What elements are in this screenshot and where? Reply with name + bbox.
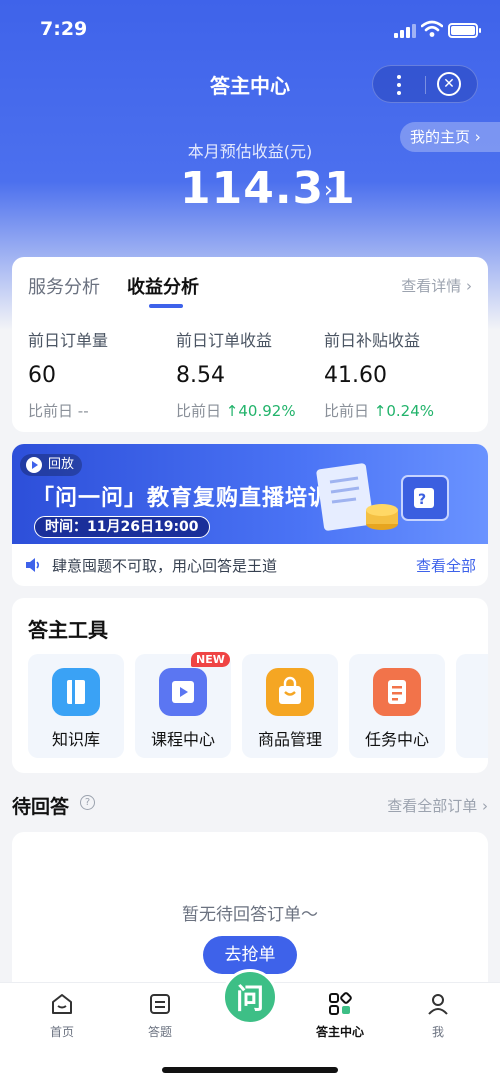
pending-heading: 待回答 bbox=[12, 796, 70, 818]
svg-text:?: ? bbox=[418, 492, 426, 508]
compare-value: -- bbox=[77, 402, 89, 420]
banner-card: 回放 「问一问」教育复购直播培训 时间：11月26日19:00 ? 肆意囤题不可… bbox=[12, 444, 488, 586]
bottom-tab-bar: 首页 答题 问 答主中心 我 bbox=[0, 969, 500, 1082]
empty-message: 暂无待回答订单～ bbox=[182, 905, 318, 925]
view-all-orders-label: 查看全部订单 bbox=[387, 797, 478, 815]
user-icon bbox=[428, 994, 448, 1015]
capsule-divider bbox=[425, 76, 426, 94]
tab-label: 首页 bbox=[49, 1025, 74, 1039]
bag-icon bbox=[266, 668, 314, 716]
home-icon bbox=[52, 994, 72, 1014]
tool-course-center[interactable]: NEW 课程中心 bbox=[135, 652, 231, 758]
close-icon[interactable]: ✕ bbox=[437, 72, 461, 96]
tool-more[interactable] bbox=[456, 654, 488, 758]
stat-compare: 比前日 -- bbox=[28, 400, 178, 421]
tab-me[interactable]: 我 bbox=[398, 991, 478, 1040]
compare-value: 0.24% bbox=[386, 402, 435, 420]
chevron-right-icon[interactable]: › bbox=[324, 178, 333, 203]
tab-label: 答题 bbox=[147, 1025, 172, 1039]
more-icon[interactable] bbox=[389, 74, 409, 95]
stat-label: 前日订单量 bbox=[28, 331, 109, 350]
see-all-link[interactable]: 查看全部 bbox=[416, 555, 476, 576]
tab-answer[interactable]: 答题 bbox=[120, 991, 200, 1040]
battery-icon bbox=[448, 23, 481, 38]
tab-earnings-analysis[interactable]: 收益分析 bbox=[127, 273, 199, 299]
stat-orders: 前日订单量 60 比前日 -- bbox=[28, 327, 178, 421]
arrow-up-icon: ↑ bbox=[225, 402, 239, 420]
book-icon bbox=[52, 668, 100, 716]
tools-heading: 答主工具 bbox=[28, 618, 108, 642]
active-tab-indicator bbox=[149, 304, 183, 308]
compare-prefix: 比前日 bbox=[28, 402, 74, 420]
tool-product-management[interactable]: 商品管理 bbox=[242, 654, 338, 758]
stat-order-earnings: 前日订单收益 8.54 比前日 ↑40.92% bbox=[176, 327, 326, 421]
stat-subsidy-earnings: 前日补贴收益 41.60 比前日 ↑0.24% bbox=[324, 327, 474, 421]
tool-label: 商品管理 bbox=[257, 730, 322, 749]
tab-answerer-center[interactable]: 答主中心 bbox=[300, 991, 380, 1040]
stat-value: 60 bbox=[28, 363, 56, 388]
tool-task-center[interactable]: 任务中心 bbox=[349, 654, 445, 758]
live-training-banner[interactable]: 回放 「问一问」教育复购直播培训 时间：11月26日19:00 ? bbox=[12, 444, 488, 549]
help-icon[interactable]: ? bbox=[80, 795, 95, 810]
notice-bar: 肆意囤题不可取，用心回答是王道 查看全部 bbox=[24, 554, 476, 576]
tool-label: 课程中心 bbox=[150, 730, 215, 749]
tool-knowledge-base[interactable]: 知识库 bbox=[28, 654, 124, 758]
tab-home[interactable]: 首页 bbox=[22, 991, 102, 1040]
stat-label: 前日补贴收益 bbox=[324, 331, 421, 350]
status-bar: 7:29 bbox=[0, 14, 500, 46]
view-details-label: 查看详情 bbox=[401, 277, 462, 295]
new-badge: NEW bbox=[191, 652, 230, 667]
wifi-icon bbox=[421, 20, 443, 37]
compare-prefix: 比前日 bbox=[176, 402, 222, 420]
document-coins-illustration: ? bbox=[316, 463, 449, 531]
answerer-tools-card: 答主工具 知识库 NEW 课程中心 商品管理 任务中心 bbox=[12, 598, 488, 773]
earnings-label: 本月预估收益(元) bbox=[187, 142, 313, 161]
tool-label: 知识库 bbox=[51, 730, 100, 749]
stat-compare: 比前日 ↑0.24% bbox=[324, 400, 474, 421]
task-icon bbox=[373, 668, 421, 716]
compare-value: 40.92% bbox=[238, 402, 296, 420]
tab-service-analysis[interactable]: 服务分析 bbox=[28, 273, 100, 299]
earnings-analysis-card: 服务分析 收益分析 查看详情 › 前日订单量 60 比前日 -- 前日订单收益 … bbox=[12, 257, 488, 432]
answer-icon bbox=[150, 994, 170, 1014]
status-time: 7:29 bbox=[40, 18, 88, 40]
video-icon bbox=[159, 668, 207, 716]
play-icon bbox=[26, 457, 42, 473]
tab-label: 我 bbox=[431, 1025, 444, 1039]
compare-prefix: 比前日 bbox=[324, 402, 370, 420]
home-indicator bbox=[162, 1067, 338, 1073]
notice-text: 肆意囤题不可取，用心回答是王道 bbox=[52, 557, 278, 575]
carousel-dots bbox=[232, 534, 302, 553]
view-details-link[interactable]: 查看详情 › bbox=[401, 275, 472, 296]
arrow-up-icon: ↑ bbox=[373, 402, 387, 420]
grid-icon bbox=[329, 992, 352, 1015]
replay-badge: 回放 bbox=[20, 454, 83, 476]
stat-compare: 比前日 ↑40.92% bbox=[176, 400, 326, 421]
tab-label: 答主中心 bbox=[315, 1025, 364, 1039]
speaker-icon bbox=[26, 558, 40, 572]
banner-time: 时间：11月26日19:00 bbox=[34, 516, 210, 538]
stat-label: 前日订单收益 bbox=[176, 331, 273, 350]
stat-value: 41.60 bbox=[324, 363, 387, 388]
view-all-orders-link[interactable]: 查看全部订单 › bbox=[387, 795, 488, 816]
tool-label: 任务中心 bbox=[364, 730, 429, 749]
mini-program-capsule: ✕ bbox=[372, 65, 478, 103]
ask-button[interactable]: 问 bbox=[222, 969, 278, 1025]
stat-value: 8.54 bbox=[176, 363, 225, 388]
replay-label: 回放 bbox=[48, 457, 75, 472]
banner-title: 「问一问」教育复购直播培训 bbox=[32, 486, 332, 511]
signal-icon bbox=[394, 24, 416, 38]
